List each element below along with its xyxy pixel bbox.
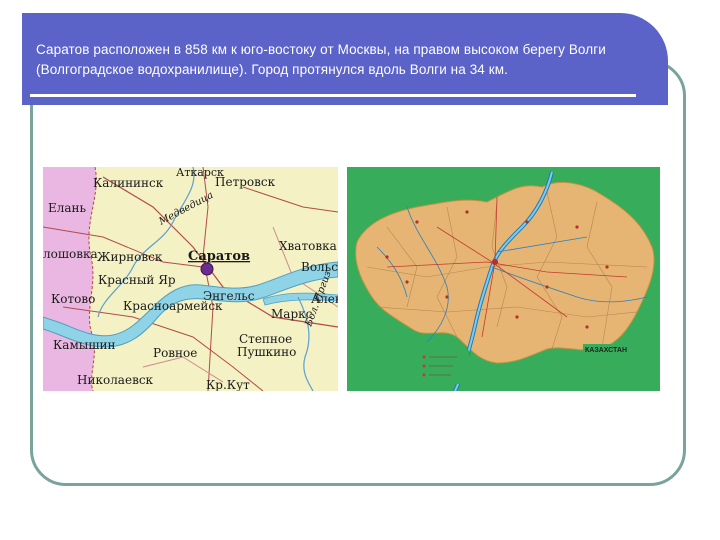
label-nikolaevsk: Николаевск bbox=[77, 373, 154, 387]
saratov-region-map: Аткарск Калининск Петровск Елань Медведи… bbox=[43, 167, 338, 391]
label-saratov: Саратов bbox=[188, 249, 250, 264]
label-elan: Елань bbox=[48, 201, 87, 215]
label-pushkino: Пушкино bbox=[237, 345, 296, 359]
label-krasny-yar: Красный Яр bbox=[98, 273, 176, 287]
label-volsk: Вольск bbox=[301, 260, 338, 274]
label-stepnoe: Степное bbox=[239, 332, 292, 346]
label-kotovo: Котово bbox=[51, 292, 95, 306]
label-zhirnovsk: Жирновск bbox=[97, 250, 163, 264]
label-petrovsk: Петровск bbox=[215, 175, 276, 189]
label-rovnoe: Ровное bbox=[153, 346, 197, 360]
title-text: Саратов расположен в 858 км к юго-восток… bbox=[36, 42, 606, 77]
label-khvatovka: Хватовка bbox=[279, 239, 337, 253]
label-krasny-kut: Кр.Кут bbox=[206, 378, 250, 391]
map-legend bbox=[419, 350, 469, 384]
label-kazakhstan: КАЗАХСТАН bbox=[585, 347, 627, 354]
saratov-oblast-map: КАЗАХСТАН bbox=[347, 167, 660, 391]
label-kalininsk: Калининск bbox=[93, 176, 164, 190]
label-kamyshin: Камышин bbox=[53, 338, 115, 352]
label-balashovka: лошовка bbox=[43, 247, 98, 261]
slide: Саратов расположен в 858 км к юго-восток… bbox=[0, 0, 720, 540]
title-banner: Саратов расположен в 858 км к юго-восток… bbox=[22, 13, 668, 105]
banner-underline bbox=[30, 94, 636, 97]
label-krasnoarmeysk: Красноармейск bbox=[123, 299, 223, 313]
